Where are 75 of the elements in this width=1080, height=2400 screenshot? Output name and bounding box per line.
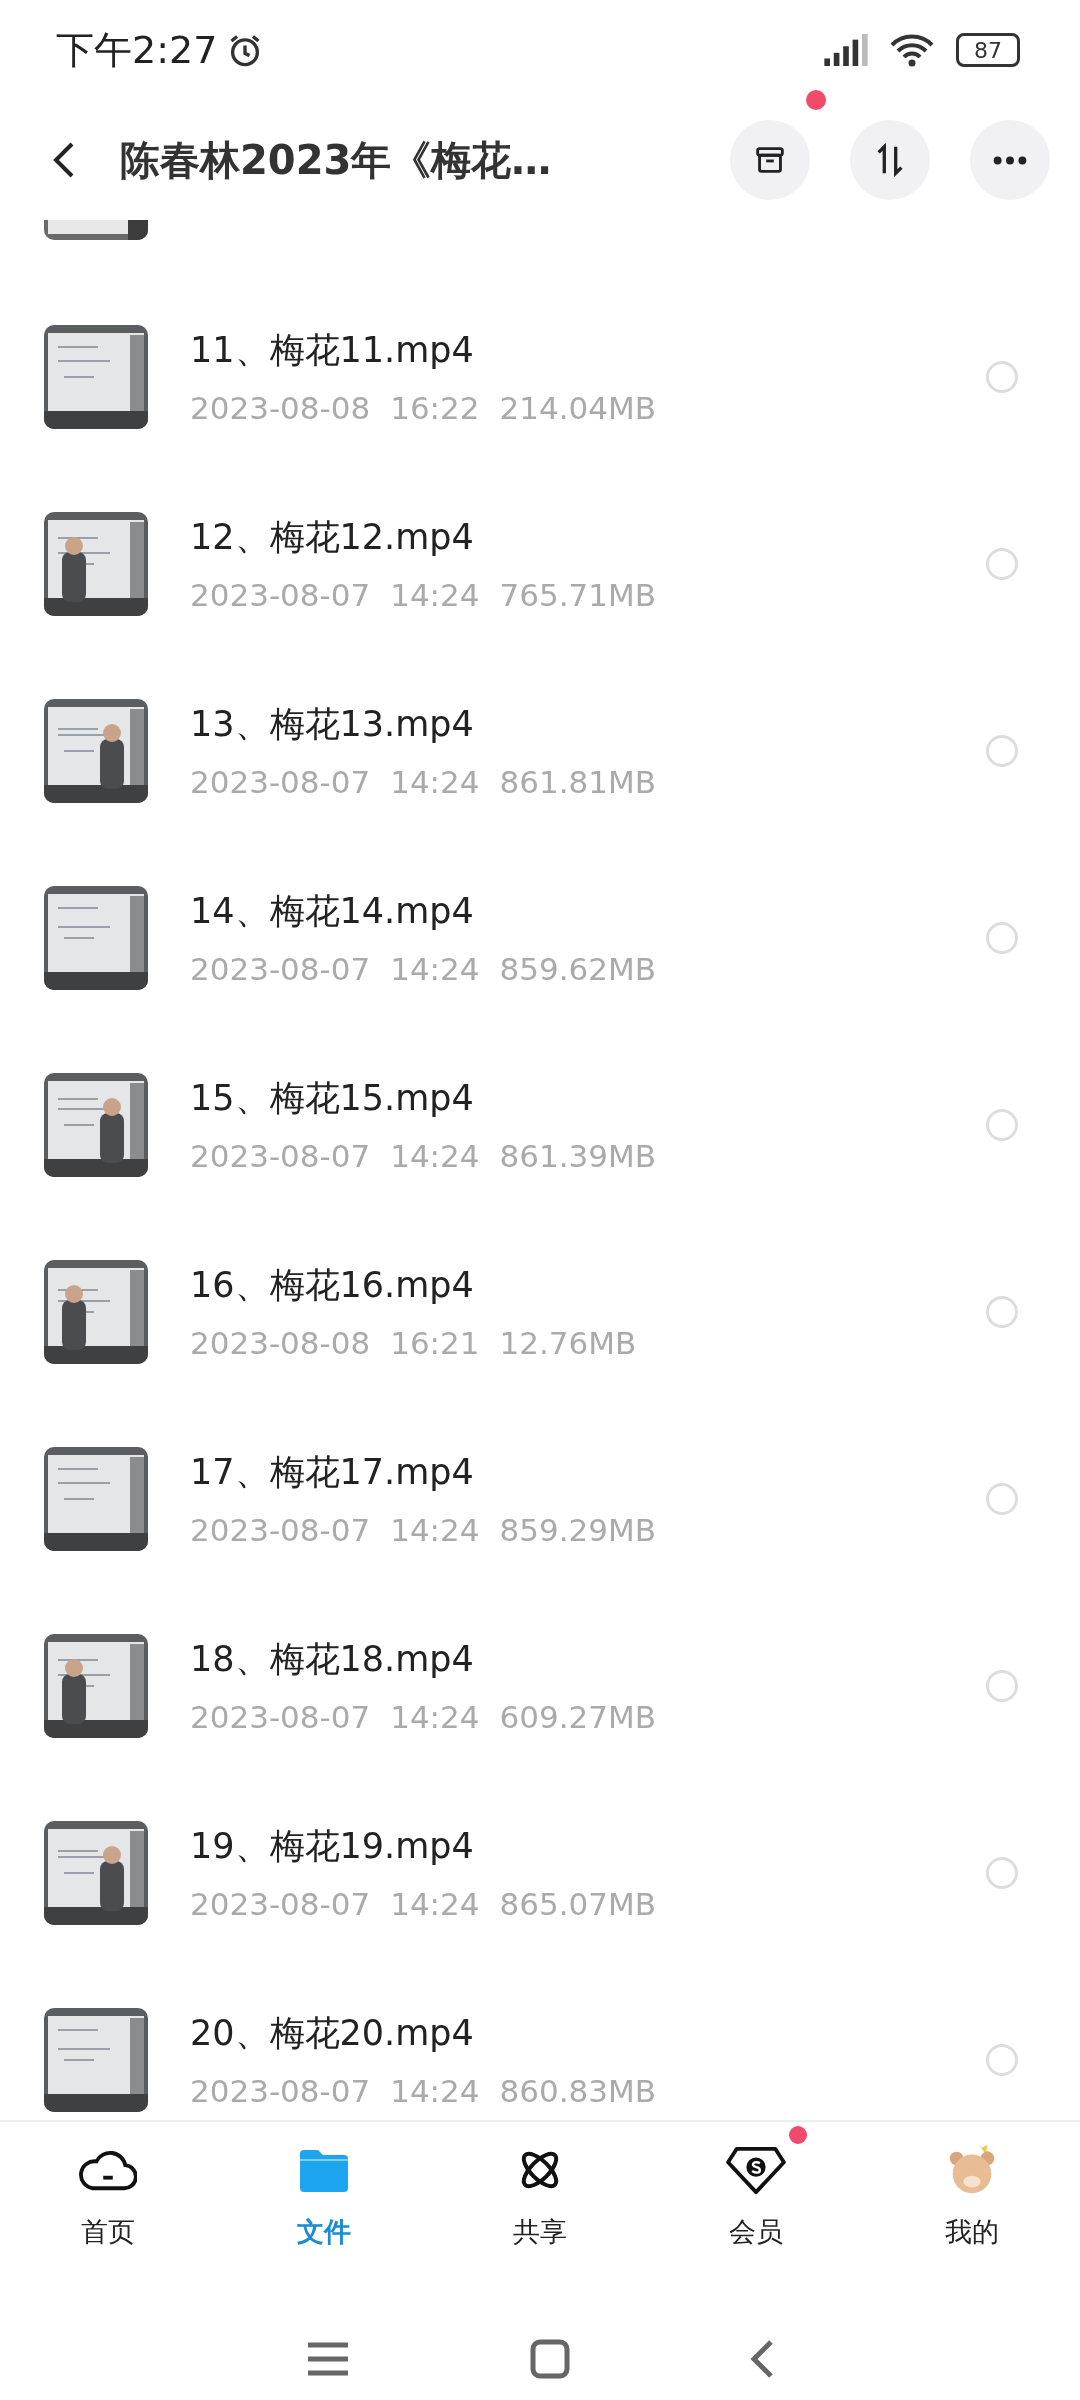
file-size: 859.62MB [499, 951, 656, 987]
file-time: 14:24 [390, 1699, 480, 1735]
file-time: 14:24 [390, 764, 480, 800]
file-name: 12、梅花12.mp4 [190, 516, 475, 559]
file-row[interactable]: 20、梅花20.mp4 2023-08-07 14:24 860.83MB [0, 1966, 1080, 2120]
select-radio[interactable] [986, 1295, 1018, 1328]
select-radio[interactable] [986, 734, 1018, 767]
file-time: 16:21 [390, 1325, 480, 1361]
nav-tab[interactable]: 我的 [864, 2122, 1080, 2318]
file-date: 2023-08-07 [190, 1512, 371, 1548]
file-date: 2023-08-07 [190, 764, 371, 800]
select-radio[interactable] [986, 1669, 1018, 1702]
file-date: 2023-08-08 [190, 390, 371, 426]
file-date: 2023-08-07 [190, 951, 371, 987]
nav-tab[interactable]: 共享 [432, 2122, 648, 2318]
back-icon[interactable] [52, 140, 76, 180]
file-time: 14:24 [390, 1886, 480, 1922]
file-time: 14:24 [390, 1512, 480, 1548]
status-time: 下午2:27 [56, 26, 218, 74]
file-name: 11、梅花11.mp4 [190, 329, 475, 372]
menu-icon[interactable] [306, 2341, 350, 2377]
file-date: 2023-08-07 [190, 577, 371, 613]
file-row[interactable]: 18、梅花18.mp4 2023-08-07 14:24 609.27MB [0, 1592, 1080, 1779]
file-row[interactable]: 19、梅花19.mp4 2023-08-07 14:24 865.07MB [0, 1779, 1080, 1966]
signal-icon [822, 34, 870, 66]
home-square-icon[interactable] [530, 2339, 570, 2379]
file-date: 2023-08-07 [190, 2073, 371, 2109]
file-name: 19、梅花19.mp4 [190, 1825, 475, 1868]
file-row[interactable]: 17、梅花17.mp4 2023-08-07 14:24 859.29MB [0, 1405, 1080, 1592]
file-time: 14:24 [390, 1138, 480, 1174]
file-size: 865.07MB [499, 1886, 656, 1922]
file-size: 12.76MB [499, 1325, 637, 1361]
file-size: 609.27MB [499, 1699, 656, 1735]
select-radio[interactable] [986, 2043, 1018, 2076]
file-name: 13、梅花13.mp4 [190, 703, 475, 746]
file-size: 860.83MB [499, 2073, 656, 2109]
diamond-icon [725, 2144, 787, 2196]
file-size: 861.81MB [499, 764, 656, 800]
file-row[interactable]: 16、梅花16.mp4 2023-08-08 16:21 12.76MB [0, 1218, 1080, 1405]
file-size: 861.39MB [499, 1138, 656, 1174]
file-row[interactable]: 12、梅花12.mp4 2023-08-07 14:24 765.71MB [0, 470, 1080, 657]
file-name: 18、梅花18.mp4 [190, 1638, 475, 1681]
folder-title: 陈春林2023年《梅花… [120, 135, 553, 185]
file-name: 15、梅花15.mp4 [190, 1077, 475, 1120]
select-radio[interactable] [986, 360, 1018, 393]
file-time: 14:24 [390, 951, 480, 987]
file-row[interactable]: 15、梅花15.mp4 2023-08-07 14:24 861.39MB [0, 1031, 1080, 1218]
file-time: 14:24 [390, 2073, 480, 2109]
nav-tab[interactable]: 文件 [216, 2122, 432, 2318]
file-name: 20、梅花20.mp4 [190, 2012, 475, 2055]
more-icon [993, 155, 1027, 165]
file-row[interactable]: 14、梅花14.mp4 2023-08-07 14:24 859.62MB [0, 844, 1080, 1031]
select-radio[interactable] [986, 1482, 1018, 1515]
select-radio[interactable] [986, 547, 1018, 580]
nav-tab[interactable]: 首页 [0, 2122, 216, 2318]
file-row[interactable]: 13、梅花13.mp4 2023-08-07 14:24 861.81MB [0, 657, 1080, 844]
select-radio[interactable] [986, 921, 1018, 954]
file-name: 16、梅花16.mp4 [190, 1264, 475, 1307]
file-date: 2023-08-07 [190, 1699, 371, 1735]
file-size: 214.04MB [499, 390, 656, 426]
wifi-icon [888, 33, 936, 67]
file-size: 765.71MB [499, 577, 656, 613]
battery-indicator: 87 [956, 33, 1020, 67]
file-size: 859.29MB [499, 1512, 656, 1548]
file-name: 14、梅花14.mp4 [190, 890, 475, 933]
file-name: 17、梅花17.mp4 [190, 1451, 475, 1494]
file-date: 2023-08-08 [190, 1325, 371, 1361]
file-time: 16:22 [390, 390, 480, 426]
file-date: 2023-08-07 [190, 1138, 371, 1174]
file-row[interactable]: 11、梅花11.mp4 2023-08-08 16:22 214.04MB [0, 283, 1080, 470]
select-radio[interactable] [986, 1108, 1018, 1141]
select-radio[interactable] [986, 1856, 1018, 1889]
file-time: 14:24 [390, 577, 480, 613]
file-date: 2023-08-07 [190, 1886, 371, 1922]
nav-tab[interactable]: 会员 [648, 2122, 864, 2318]
